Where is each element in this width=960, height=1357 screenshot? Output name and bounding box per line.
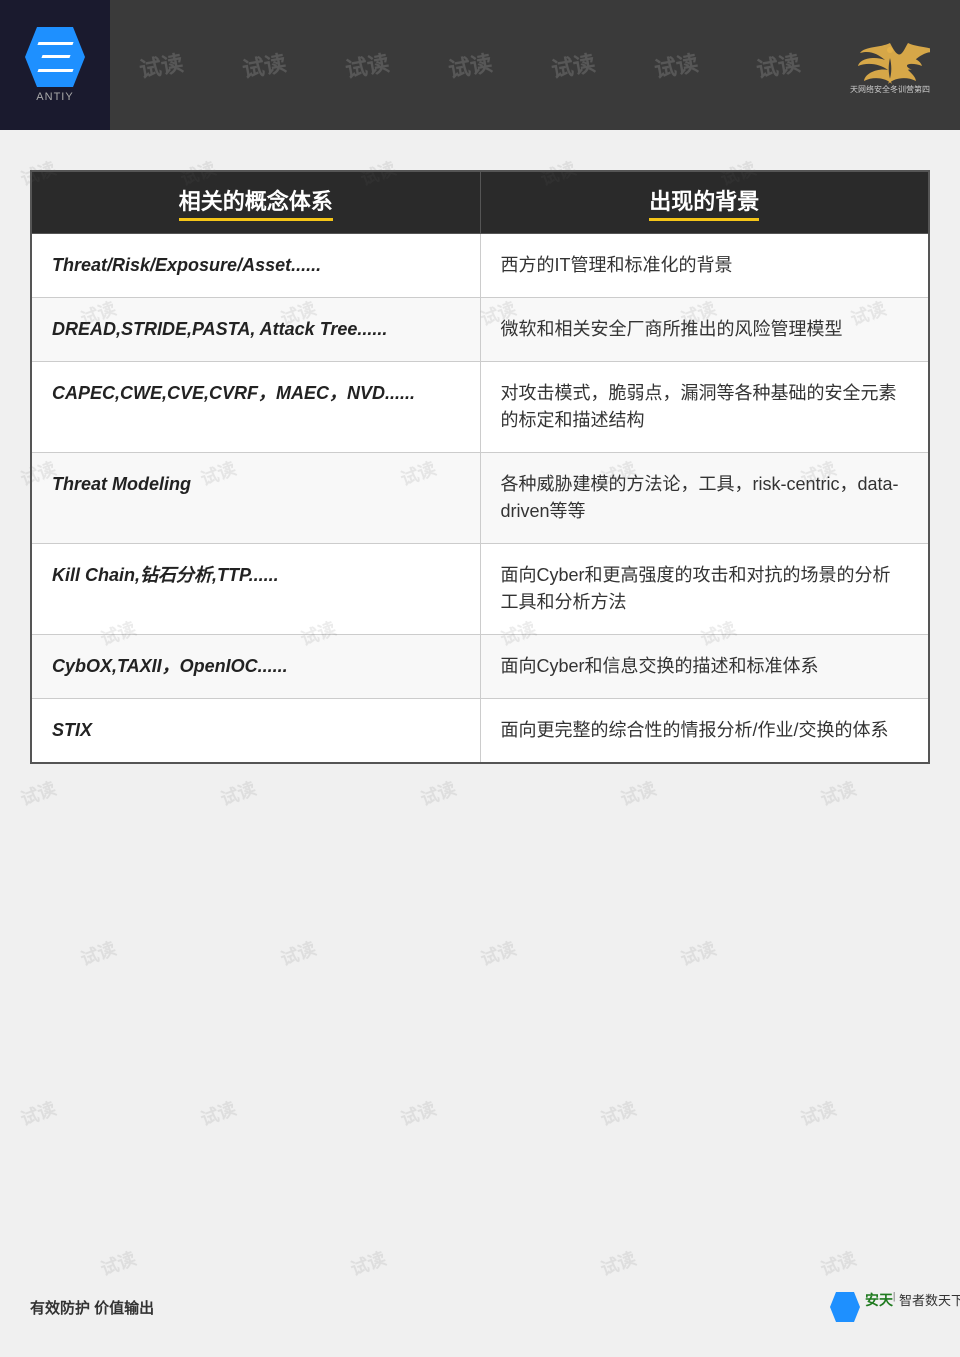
cell-left-4: Kill Chain,钻石分析,TTP...... [31, 544, 480, 635]
table-row: Threat Modeling各种威胁建模的方法论，工具，risk-centri… [31, 453, 929, 544]
watermark-36: 试读 [817, 1245, 860, 1282]
footer-right-logo: 安天 | 智者数天下 [830, 1287, 930, 1327]
logo-lines [38, 37, 73, 77]
table-row: CybOX,TAXII，OpenIOC......面向Cyber和信息交换的描述… [31, 635, 929, 699]
cell-right-3: 各种威胁建模的方法论，工具，risk-centric，data-driven等等 [480, 453, 929, 544]
cell-right-0: 西方的IT管理和标准化的背景 [480, 234, 929, 298]
header-wm-4: 试读 [445, 45, 494, 84]
cell-right-6: 面向更完整的综合性的情报分析/作业/交换的体系 [480, 699, 929, 764]
watermark-26: 试读 [477, 935, 520, 972]
cell-left-6: STIX [31, 699, 480, 764]
watermark-35: 试读 [597, 1245, 640, 1282]
logo-text: ANTIY [36, 91, 73, 103]
table-row: Kill Chain,钻石分析,TTP......面向Cyber和更高强度的攻击… [31, 544, 929, 635]
watermark-27: 试读 [677, 935, 720, 972]
cell-left-0: Threat/Risk/Exposure/Asset...... [31, 234, 480, 298]
main-content: 相关的概念体系 出现的背景 Threat/Risk/Exposure/Asset… [0, 130, 960, 794]
table-header: 相关的概念体系 出现的背景 [31, 171, 929, 234]
svg-text:智者数天下: 智者数天下 [899, 1293, 960, 1308]
cell-right-1: 微软和相关安全厂商所推出的风险管理模型 [480, 298, 929, 362]
header: ANTIY 试读 试读 试读 试读 试读 试读 试读 安天网络安全冬训营第四期 [0, 0, 960, 130]
logo-line-3 [37, 69, 73, 72]
watermark-25: 试读 [277, 935, 320, 972]
watermark-34: 试读 [347, 1245, 390, 1282]
header-wm-1: 试读 [137, 45, 186, 84]
table-row: CAPEC,CWE,CVE,CVRF，MAEC，NVD......对攻击模式，脆… [31, 362, 929, 453]
watermark-29: 试读 [197, 1095, 240, 1132]
cell-left-5: CybOX,TAXII，OpenIOC...... [31, 635, 480, 699]
footer: 有效防护 价值输出 安天 | 智者数天下 [0, 1287, 960, 1327]
col2-header: 出现的背景 [480, 171, 929, 234]
antiy-brand: 安天 | 智者数天下 [865, 1285, 960, 1330]
svg-text:安天: 安天 [865, 1292, 894, 1309]
logo: ANTIY [0, 0, 110, 130]
logo-shape [25, 27, 85, 87]
cell-left-1: DREAD,STRIDE,PASTA, Attack Tree...... [31, 298, 480, 362]
footer-left: 有效防护 价值输出 [30, 1297, 154, 1318]
right-logo-img: 安天网络安全冬训营第四期 [850, 40, 930, 90]
antiy-footer-logo: 安天 | 智者数天下 [830, 1287, 930, 1327]
watermark-33: 试读 [97, 1245, 140, 1282]
col1-header-text: 相关的概念体系 [179, 184, 333, 221]
watermark-28: 试读 [17, 1095, 60, 1132]
logo-line-2 [41, 55, 70, 58]
antiy-icon [830, 1292, 860, 1322]
watermark-30: 试读 [397, 1095, 440, 1132]
header-wm-7: 试读 [754, 45, 803, 84]
watermark-24: 试读 [77, 935, 120, 972]
header-wm-3: 试读 [343, 45, 392, 84]
logo-line-1 [37, 42, 73, 45]
header-wm-6: 试读 [651, 45, 700, 84]
header-right-logo: 安天网络安全冬训营第四期 [830, 25, 950, 105]
header-wm-5: 试读 [548, 45, 597, 84]
col2-header-text: 出现的背景 [649, 184, 759, 221]
footer-brand-svg: 安天 | 智者数天下 [865, 1285, 960, 1325]
cell-left-2: CAPEC,CWE,CVE,CVRF，MAEC，NVD...... [31, 362, 480, 453]
svg-text:安天网络安全冬训营第四期: 安天网络安全冬训营第四期 [850, 84, 930, 93]
svg-text:|: | [893, 1290, 895, 1302]
header-wm-2: 试读 [240, 45, 289, 84]
brand-icon: 安天网络安全冬训营第四期 [850, 38, 930, 93]
watermark-32: 试读 [797, 1095, 840, 1132]
header-watermarks: 试读 试读 试读 试读 试读 试读 试读 [110, 0, 830, 130]
cell-left-3: Threat Modeling [31, 453, 480, 544]
table-row: STIX面向更完整的综合性的情报分析/作业/交换的体系 [31, 699, 929, 764]
table-row: Threat/Risk/Exposure/Asset......西方的IT管理和… [31, 234, 929, 298]
watermark-31: 试读 [597, 1095, 640, 1132]
cell-right-2: 对攻击模式，脆弱点，漏洞等各种基础的安全元素的标定和描述结构 [480, 362, 929, 453]
cell-right-4: 面向Cyber和更高强度的攻击和对抗的场景的分析工具和分析方法 [480, 544, 929, 635]
main-table: 相关的概念体系 出现的背景 Threat/Risk/Exposure/Asset… [30, 170, 930, 764]
cell-right-5: 面向Cyber和信息交换的描述和标准体系 [480, 635, 929, 699]
table-row: DREAD,STRIDE,PASTA, Attack Tree......微软和… [31, 298, 929, 362]
col1-header: 相关的概念体系 [31, 171, 480, 234]
